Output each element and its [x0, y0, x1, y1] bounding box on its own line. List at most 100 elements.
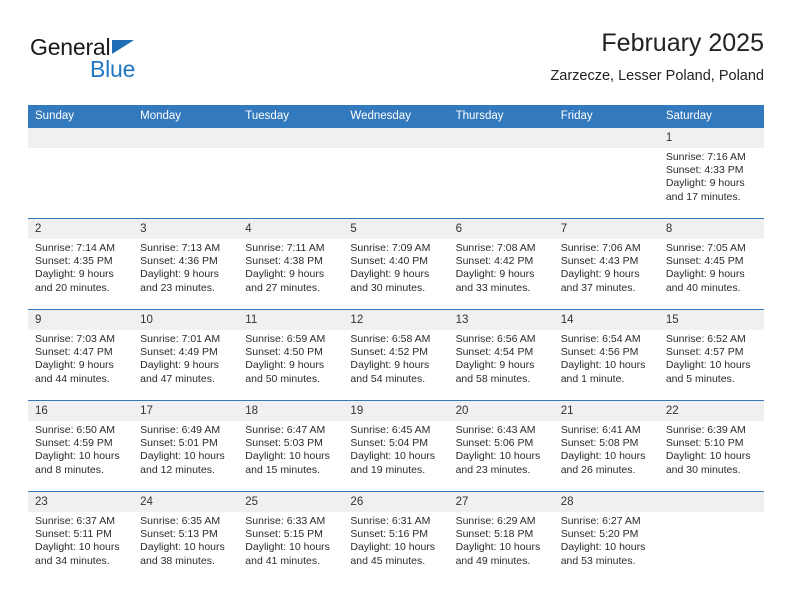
- calendar-day-cell[interactable]: [658, 491, 764, 582]
- daylight-text-line1: Daylight: 9 hours: [245, 359, 325, 372]
- calendar-day-cell[interactable]: 16 Sunrise: 6:50 AM Sunset: 4:59 PM Dayl…: [28, 400, 134, 492]
- sunset-text: Sunset: 5:04 PM: [350, 437, 429, 450]
- day-number: 7: [553, 219, 659, 239]
- calendar-day-cell[interactable]: 27 Sunrise: 6:29 AM Sunset: 5:18 PM Dayl…: [448, 491, 554, 582]
- day-number: 27: [448, 492, 554, 512]
- calendar-day-cell[interactable]: 10 Sunrise: 7:01 AM Sunset: 4:49 PM Dayl…: [133, 309, 239, 401]
- sunrise-text: Sunrise: 7:11 AM: [245, 242, 325, 254]
- sunset-text: Sunset: 4:47 PM: [35, 346, 113, 359]
- calendar-day-cell[interactable]: 18 Sunrise: 6:47 AM Sunset: 5:03 PM Dayl…: [238, 400, 344, 492]
- calendar-day-cell[interactable]: 17 Sunrise: 6:49 AM Sunset: 5:01 PM Dayl…: [133, 400, 239, 492]
- daylight-text-line1: Daylight: 10 hours: [35, 450, 120, 463]
- calendar-day-cell[interactable]: 11 Sunrise: 6:59 AM Sunset: 4:50 PM Dayl…: [238, 309, 344, 401]
- calendar-day-cell[interactable]: 22 Sunrise: 6:39 AM Sunset: 5:10 PM Dayl…: [658, 400, 764, 492]
- calendar-week-row: 9 Sunrise: 7:03 AM Sunset: 4:47 PM Dayli…: [28, 309, 764, 401]
- calendar-day-cell[interactable]: [28, 127, 134, 219]
- sunset-text: Sunset: 4:52 PM: [350, 346, 429, 359]
- day-number: 5: [343, 219, 449, 239]
- day-details: Sunrise: 7:16 AM Sunset: 4:33 PM Dayligh…: [659, 148, 764, 204]
- day-details: Sunrise: 7:03 AM Sunset: 4:47 PM Dayligh…: [28, 330, 133, 386]
- page-subtitle: Zarzecze, Lesser Poland, Poland: [550, 68, 764, 84]
- day-details: Sunrise: 7:06 AM Sunset: 4:43 PM Dayligh…: [554, 239, 659, 295]
- calendar-day-cell[interactable]: 7 Sunrise: 7:06 AM Sunset: 4:43 PM Dayli…: [553, 218, 659, 310]
- calendar-day-cell[interactable]: 6 Sunrise: 7:08 AM Sunset: 4:42 PM Dayli…: [448, 218, 554, 310]
- daylight-text-line2: and 5 minutes.: [665, 372, 735, 385]
- daylight-text-line2: and 53 minutes.: [560, 554, 636, 567]
- daylight-text-line2: and 40 minutes.: [665, 281, 741, 294]
- weekday-header-monday: Monday: [133, 105, 239, 128]
- calendar-day-cell[interactable]: 3 Sunrise: 7:13 AM Sunset: 4:36 PM Dayli…: [133, 218, 239, 310]
- day-number: 1: [658, 128, 764, 148]
- daylight-text-line2: and 8 minutes.: [35, 463, 104, 476]
- calendar-day-cell[interactable]: 21 Sunrise: 6:41 AM Sunset: 5:08 PM Dayl…: [553, 400, 659, 492]
- calendar-day-cell[interactable]: 25 Sunrise: 6:33 AM Sunset: 5:15 PM Dayl…: [238, 491, 344, 582]
- sunrise-text: Sunrise: 6:50 AM: [35, 424, 115, 436]
- day-details: Sunrise: 6:27 AM Sunset: 5:20 PM Dayligh…: [554, 512, 659, 568]
- calendar-day-cell[interactable]: 2 Sunrise: 7:14 AM Sunset: 4:35 PM Dayli…: [28, 218, 134, 310]
- sunset-text: Sunset: 4:49 PM: [140, 346, 218, 359]
- calendar-day-cell[interactable]: 19 Sunrise: 6:45 AM Sunset: 5:04 PM Dayl…: [343, 400, 449, 492]
- sunset-text: Sunset: 4:50 PM: [245, 346, 323, 359]
- calendar-day-cell[interactable]: 9 Sunrise: 7:03 AM Sunset: 4:47 PM Dayli…: [28, 309, 134, 401]
- calendar-week-row: 1 Sunrise: 7:16 AM Sunset: 4:33 PM Dayli…: [28, 127, 764, 219]
- day-number: 15: [658, 310, 764, 330]
- day-number: [448, 128, 554, 148]
- calendar-day-cell[interactable]: 14 Sunrise: 6:54 AM Sunset: 4:56 PM Dayl…: [553, 309, 659, 401]
- calendar-day-cell[interactable]: 8 Sunrise: 7:05 AM Sunset: 4:45 PM Dayli…: [658, 218, 764, 310]
- calendar-day-cell[interactable]: 13 Sunrise: 6:56 AM Sunset: 4:54 PM Dayl…: [448, 309, 554, 401]
- calendar-day-cell[interactable]: 15 Sunrise: 6:52 AM Sunset: 4:57 PM Dayl…: [658, 309, 764, 401]
- calendar-day-cell[interactable]: [448, 127, 554, 219]
- calendar-day-cell[interactable]: 24 Sunrise: 6:35 AM Sunset: 5:13 PM Dayl…: [133, 491, 239, 582]
- calendar-week-row: 16 Sunrise: 6:50 AM Sunset: 4:59 PM Dayl…: [28, 400, 764, 492]
- daylight-text-line1: Daylight: 10 hours: [140, 541, 225, 554]
- calendar-day-cell[interactable]: [343, 127, 449, 219]
- sunrise-text: Sunrise: 6:59 AM: [245, 333, 326, 345]
- calendar-day-cell[interactable]: [553, 127, 659, 219]
- sunrise-text: Sunrise: 6:33 AM: [245, 515, 326, 527]
- daylight-text-line1: Daylight: 10 hours: [245, 450, 330, 463]
- daylight-text-line1: Daylight: 10 hours: [665, 359, 751, 372]
- daylight-text-line1: Daylight: 10 hours: [245, 541, 330, 554]
- title-block: February 2025 Zarzecze, Lesser Poland, P…: [550, 28, 764, 87]
- day-details: Sunrise: 6:52 AM Sunset: 4:57 PM Dayligh…: [659, 330, 764, 386]
- day-details: Sunrise: 7:14 AM Sunset: 4:35 PM Dayligh…: [28, 239, 133, 295]
- daylight-text-line2: and 38 minutes.: [140, 554, 215, 567]
- sunset-text: Sunset: 5:11 PM: [35, 528, 112, 541]
- day-number: 8: [658, 219, 764, 239]
- sunrise-text: Sunrise: 6:49 AM: [140, 424, 221, 436]
- day-number: 17: [133, 401, 239, 421]
- daylight-text-line1: Daylight: 10 hours: [350, 541, 436, 554]
- daylight-text-line1: Daylight: 9 hours: [350, 268, 430, 281]
- day-number: 21: [553, 401, 659, 421]
- sunset-text: Sunset: 4:43 PM: [560, 255, 639, 268]
- calendar-day-cell[interactable]: [238, 127, 344, 219]
- calendar-day-cell[interactable]: 12 Sunrise: 6:58 AM Sunset: 4:52 PM Dayl…: [343, 309, 449, 401]
- calendar-day-cell[interactable]: 4 Sunrise: 7:11 AM Sunset: 4:38 PM Dayli…: [238, 218, 344, 310]
- daylight-text-line2: and 20 minutes.: [35, 281, 110, 294]
- daylight-text-line2: and 23 minutes.: [455, 463, 531, 476]
- daylight-text-line2: and 58 minutes.: [455, 372, 531, 385]
- weekday-header-sunday: Sunday: [28, 105, 134, 128]
- day-details: Sunrise: 6:35 AM Sunset: 5:13 PM Dayligh…: [133, 512, 238, 568]
- logo-triangle-icon: [112, 40, 134, 54]
- daylight-text-line1: Daylight: 10 hours: [560, 359, 646, 372]
- calendar-day-cell[interactable]: 1 Sunrise: 7:16 AM Sunset: 4:33 PM Dayli…: [658, 127, 764, 219]
- daylight-text-line2: and 1 minute.: [560, 372, 625, 385]
- day-details: Sunrise: 6:59 AM Sunset: 4:50 PM Dayligh…: [238, 330, 343, 386]
- daylight-text-line1: Daylight: 9 hours: [350, 359, 430, 372]
- sunset-text: Sunset: 4:45 PM: [665, 255, 744, 268]
- calendar-day-cell[interactable]: 23 Sunrise: 6:37 AM Sunset: 5:11 PM Dayl…: [28, 491, 134, 582]
- calendar-week-row: 2 Sunrise: 7:14 AM Sunset: 4:35 PM Dayli…: [28, 218, 764, 310]
- calendar-day-cell[interactable]: 5 Sunrise: 7:09 AM Sunset: 4:40 PM Dayli…: [343, 218, 449, 310]
- sunrise-text: Sunrise: 6:45 AM: [350, 424, 431, 436]
- daylight-text-line2: and 30 minutes.: [350, 281, 426, 294]
- calendar-day-cell[interactable]: [133, 127, 239, 219]
- day-details: Sunrise: 6:58 AM Sunset: 4:52 PM Dayligh…: [343, 330, 448, 386]
- calendar-day-cell[interactable]: 20 Sunrise: 6:43 AM Sunset: 5:06 PM Dayl…: [448, 400, 554, 492]
- sunrise-text: Sunrise: 6:41 AM: [560, 424, 641, 436]
- calendar-day-cell[interactable]: 26 Sunrise: 6:31 AM Sunset: 5:16 PM Dayl…: [343, 491, 449, 582]
- daylight-text-line2: and 41 minutes.: [245, 554, 320, 567]
- sunset-text: Sunset: 4:35 PM: [35, 255, 113, 268]
- calendar-day-cell[interactable]: 28 Sunrise: 6:27 AM Sunset: 5:20 PM Dayl…: [553, 491, 659, 582]
- daylight-text-line2: and 50 minutes.: [245, 372, 320, 385]
